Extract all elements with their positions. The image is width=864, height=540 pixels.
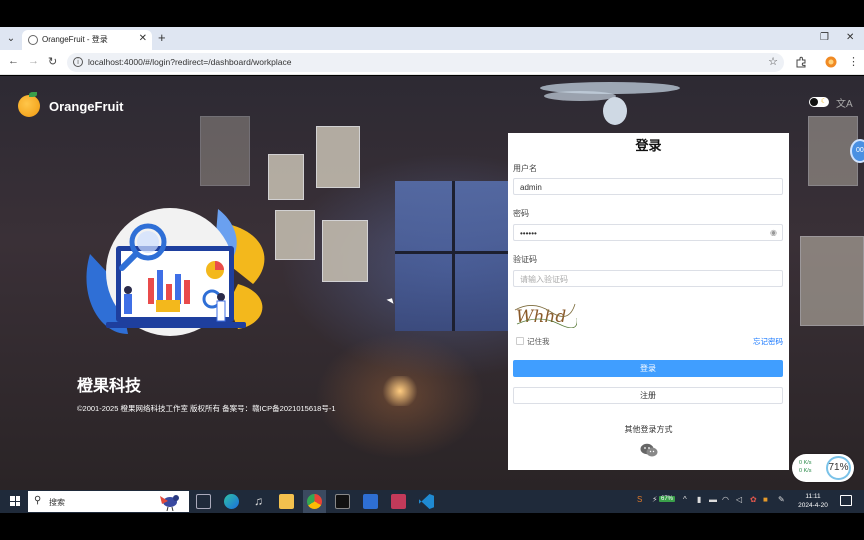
browser-tab-bar: ⌄ OrangeFruit - 登录 ✕ + ❐ ✕ xyxy=(0,27,864,50)
remember-me-label: 记住我 xyxy=(527,337,550,346)
tray-settings-icon[interactable]: ✿ xyxy=(750,495,757,504)
bookmark-star-icon[interactable]: ☆ xyxy=(768,55,778,68)
tray-app-icon-2[interactable]: ■ xyxy=(763,495,768,504)
new-tab-plus-icon[interactable]: + xyxy=(158,30,166,45)
background-poster xyxy=(322,220,368,282)
memory-percent: 71% xyxy=(826,456,851,480)
background-window xyxy=(395,181,515,331)
chrome-browser-icon[interactable] xyxy=(307,494,322,509)
pen-icon[interactable]: ✎ xyxy=(778,495,785,504)
username-input[interactable] xyxy=(520,181,760,193)
brand-name: OrangeFruit xyxy=(49,99,124,114)
search-highlight-bird-icon xyxy=(160,495,179,511)
password-field[interactable]: ◉ xyxy=(513,224,783,241)
translate-icon[interactable]: 文A xyxy=(836,95,853,110)
file-explorer-icon[interactable] xyxy=(279,494,294,509)
login-button[interactable]: 登录 xyxy=(513,360,783,377)
orange-logo-icon xyxy=(18,95,40,117)
background-poster xyxy=(268,154,304,200)
captcha-image[interactable]: Whhd xyxy=(513,298,577,328)
battery-icon[interactable]: ▮ xyxy=(697,495,701,504)
chevron-up-icon[interactable]: ^ xyxy=(683,495,687,504)
captcha-label: 验证码 xyxy=(513,255,537,264)
side-floating-bubble[interactable]: 00 xyxy=(850,139,864,163)
network-icon[interactable]: ▬ xyxy=(709,495,717,504)
close-window-icon[interactable]: ✕ xyxy=(846,32,854,43)
background-poster xyxy=(200,116,250,186)
captcha-input[interactable] xyxy=(520,273,760,285)
company-name: 橙果科技 xyxy=(77,378,142,395)
dashboard-illustration xyxy=(86,208,265,336)
site-info-icon[interactable]: i xyxy=(73,57,83,67)
theme-toggle[interactable]: ☾ xyxy=(809,97,829,107)
ceiling-fan-decoration xyxy=(540,82,680,125)
network-speed-widget[interactable]: 0 K/s 0 K/s 71% xyxy=(792,454,854,482)
forward-arrow-icon[interactable]: → xyxy=(28,55,39,67)
register-button[interactable]: 注册 xyxy=(513,387,783,404)
screen: ⌄ OrangeFruit - 登录 ✕ + ❐ ✕ ← → ↻ i local… xyxy=(0,0,864,540)
password-label: 密码 xyxy=(513,209,529,218)
browser-toolbar: ← → ↻ i localhost:4000/#/login?redirect=… xyxy=(0,50,864,75)
remember-me-checkbox[interactable] xyxy=(516,337,524,345)
task-view-icon[interactable] xyxy=(196,494,211,509)
notification-center-icon[interactable] xyxy=(840,495,852,506)
extensions-puzzle-icon[interactable] xyxy=(795,56,807,68)
music-app-icon[interactable]: ♫ xyxy=(251,494,266,509)
more-menu-icon[interactable]: ⋮ xyxy=(848,55,859,68)
copyright-text: ©2001-2025 橙果网络科技工作室 版权所有 备案号：赣ICP备20210… xyxy=(77,404,336,413)
address-bar[interactable]: i localhost:4000/#/login?redirect=/dashb… xyxy=(67,53,784,72)
windows-taskbar: ⚲ 搜索 ♫ S ⚡ 67% ^ ▮ ▬ ◠ ◁ ✿ ■ ✎ 11:11 202… xyxy=(0,490,864,513)
forgot-password-link[interactable]: 忘记密码 xyxy=(753,336,783,347)
password-input[interactable] xyxy=(520,227,760,239)
tray-app-icon[interactable]: S xyxy=(637,495,642,504)
eye-icon[interactable]: ◉ xyxy=(770,228,777,237)
wifi-icon[interactable]: ◠ xyxy=(722,495,729,504)
profile-avatar-icon[interactable] xyxy=(825,56,837,68)
background-poster xyxy=(275,210,315,260)
windows-start-icon[interactable] xyxy=(10,496,20,506)
edge-browser-icon[interactable] xyxy=(224,494,239,509)
globe-icon xyxy=(28,35,38,45)
power-plug-icon[interactable]: ⚡ xyxy=(652,495,658,504)
clock-time: 11:11 xyxy=(805,493,821,500)
moon-icon: ☾ xyxy=(820,98,827,105)
terminal-icon[interactable] xyxy=(335,494,350,509)
browser-tab-active[interactable]: OrangeFruit - 登录 ✕ xyxy=(22,30,152,50)
tab-title: OrangeFruit - 登录 xyxy=(42,35,108,44)
clock-date: 2024-4-20 xyxy=(798,502,828,509)
close-icon[interactable]: ✕ xyxy=(139,33,147,44)
battery-indicator[interactable]: 67% xyxy=(659,496,676,502)
taskbar-search-text: 搜索 xyxy=(49,498,65,507)
reload-icon[interactable]: ↻ xyxy=(48,55,57,68)
theme-toggle-knob xyxy=(810,98,818,106)
vscode-icon[interactable] xyxy=(419,494,434,509)
upload-speed: 0 K/s xyxy=(799,460,812,466)
login-title: 登录 xyxy=(635,138,662,153)
download-speed: 0 K/s xyxy=(799,468,812,474)
back-arrow-icon[interactable]: ← xyxy=(8,55,19,67)
restore-window-icon[interactable]: ❐ xyxy=(820,32,829,43)
taskbar-search-box[interactable]: ⚲ 搜索 xyxy=(28,491,189,512)
app-window-icon[interactable] xyxy=(363,494,378,509)
other-login-text: 其他登录方式 xyxy=(624,425,673,434)
orange-leaf-icon xyxy=(29,92,37,97)
desk-lamp-glow xyxy=(380,376,420,406)
taskbar-clock[interactable]: 11:11 2024-4-20 xyxy=(795,492,831,510)
captcha-field[interactable] xyxy=(513,270,783,287)
background-poster xyxy=(316,126,360,188)
jetbrains-ide-icon[interactable] xyxy=(391,494,406,509)
url-text[interactable]: localhost:4000/#/login?redirect=/dashboa… xyxy=(88,57,291,67)
network-speed: 0 K/s 0 K/s xyxy=(799,459,812,475)
search-icon: ⚲ xyxy=(34,495,42,506)
wechat-icon[interactable] xyxy=(640,443,658,457)
volume-icon[interactable]: ◁ xyxy=(736,495,742,504)
background-poster xyxy=(800,236,864,326)
login-page: OrangeFruit ☾ 文A 橙果科技 ©2001-2025 橙果网络科技工… xyxy=(0,76,864,490)
background-window-frame xyxy=(395,251,515,254)
tab-search-chevron-icon[interactable]: ⌄ xyxy=(4,32,18,46)
username-label: 用户名 xyxy=(513,164,537,173)
background-window-frame xyxy=(452,181,455,331)
login-card: 登录 用户名 密码 ◉ 验证码 Whhd 记住我 xyxy=(508,133,789,470)
username-field[interactable] xyxy=(513,178,783,195)
